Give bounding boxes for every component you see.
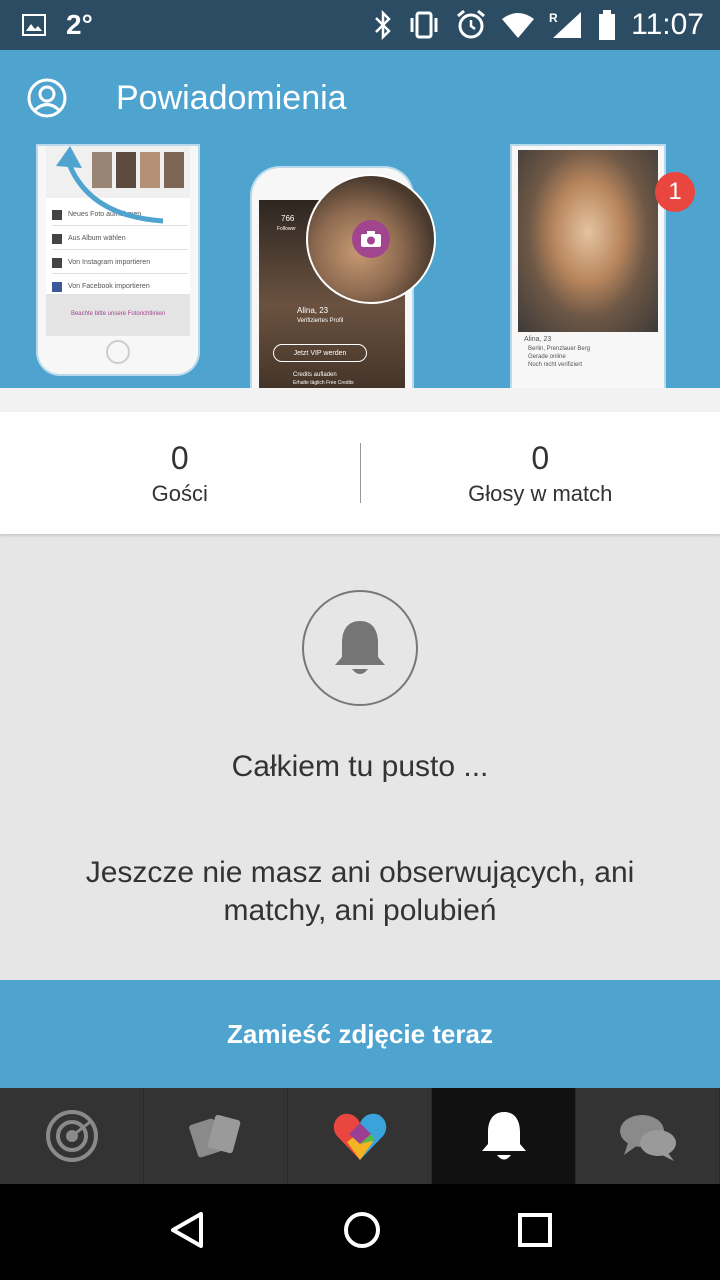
empty-description: Jeszcze nie masz ani obserwujących, ani … — [85, 856, 635, 927]
tab-chat[interactable] — [576, 1088, 720, 1184]
battery-icon — [597, 9, 617, 41]
divider — [0, 388, 720, 412]
wifi-icon — [501, 11, 535, 39]
arrow-icon — [56, 146, 164, 224]
banner-phone-match: Alina, 23 Berlin, Prenzlauer Berg Gerade… — [512, 146, 664, 390]
tab-match[interactable] — [288, 1088, 432, 1184]
system-nav-bar — [0, 1184, 720, 1280]
profile-icon[interactable] — [26, 77, 68, 119]
vibrate-icon — [407, 10, 441, 40]
stat-label: Głosy w match — [468, 480, 613, 506]
upload-photo-button[interactable]: Zamieść zdjęcie teraz — [0, 980, 720, 1088]
phone-home-button — [106, 340, 130, 364]
empty-state: Całkiem tu pusto ... Jeszcze nie masz an… — [0, 534, 720, 980]
notification-badge: 1 — [655, 172, 695, 212]
profile-detail: Berlin, Prenzlauer Berg — [528, 346, 591, 352]
stat-value: 0 — [531, 439, 550, 476]
followers-count: 766 — [281, 214, 295, 223]
bell-icon — [481, 1112, 526, 1160]
profile-name: Alina, 23 — [297, 306, 329, 315]
stat-label: Gości — [151, 480, 208, 506]
banner-row-text: Aus Album wählen — [68, 235, 126, 242]
credits-subtitle: Erhalte täglich Free Credits — [293, 380, 354, 386]
camera-icon — [352, 220, 390, 258]
recents-icon[interactable] — [517, 1212, 553, 1253]
tab-cards[interactable] — [144, 1088, 288, 1184]
stats-panel: 0 Gości 0 Głosy w match — [0, 412, 720, 534]
stat-match-votes[interactable]: 0 Głosy w match — [361, 412, 720, 534]
alarm-icon — [455, 9, 487, 41]
banner-footer-text: Beachte bitte unsere Fotorichtlinien — [46, 294, 190, 336]
vip-button: Jetzt VIP werden — [273, 344, 367, 362]
profile-detail: Noch nicht verifiziert — [528, 362, 583, 368]
empty-bell-icon — [302, 590, 418, 706]
heart-logo-icon — [333, 1113, 386, 1160]
svg-text:R: R — [549, 11, 558, 25]
bottom-tab-bar — [0, 1088, 720, 1184]
image-icon — [22, 14, 46, 36]
signal-roaming-icon: R — [549, 10, 583, 40]
verified-text: Verifiziertes Profil — [297, 318, 344, 324]
tab-radar[interactable] — [0, 1088, 144, 1184]
banner-row-text: Von Instagram importieren — [68, 259, 151, 266]
temperature-text: 2° — [66, 9, 93, 40]
stat-visitors[interactable]: 0 Gości — [0, 412, 360, 534]
radar-icon — [45, 1110, 98, 1162]
empty-title: Całkiem tu pusto ... — [231, 750, 489, 783]
stat-value: 0 — [170, 439, 189, 476]
profile-detail: Gerade online — [528, 354, 566, 360]
status-bar: 2° R 11:07 — [0, 0, 720, 50]
profile-name: Alina, 23 — [524, 336, 552, 343]
back-icon[interactable] — [167, 1210, 207, 1255]
banner-row-text: Von Facebook importieren — [68, 283, 150, 290]
profile-photo — [518, 150, 658, 332]
followers-label: Follower — [277, 226, 296, 232]
tab-notifications[interactable] — [432, 1088, 576, 1184]
cards-icon — [188, 1114, 240, 1158]
page-title: Powiadomienia — [116, 78, 347, 117]
home-icon[interactable] — [342, 1210, 382, 1255]
clock-text: 11:07 — [631, 8, 704, 41]
credits-title: Credits aufladen — [293, 372, 337, 378]
chat-icon — [619, 1115, 676, 1161]
bluetooth-icon — [373, 10, 393, 40]
